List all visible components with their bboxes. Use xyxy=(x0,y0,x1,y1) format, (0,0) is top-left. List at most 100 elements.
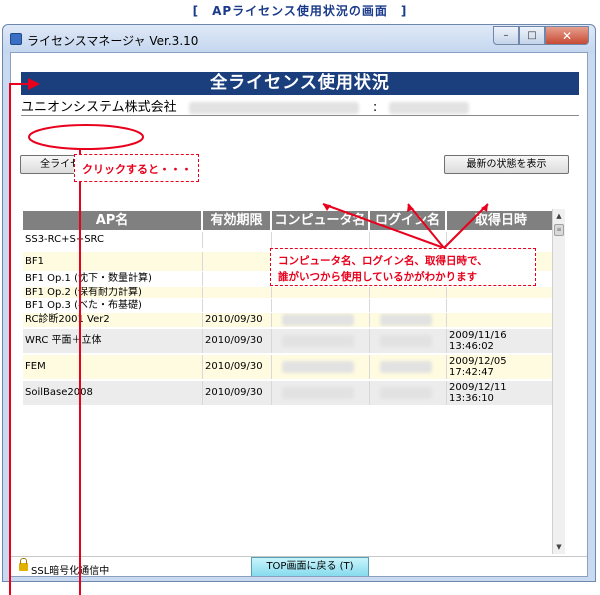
close-button[interactable]: ✕ xyxy=(545,26,589,45)
cell-text: BF1 Op.3 (べた・布基礎) xyxy=(25,300,142,311)
cell-text: 2010/09/30 xyxy=(205,314,263,325)
app-icon xyxy=(10,33,22,45)
column-header-computer[interactable]: コンピュータ名 xyxy=(272,211,370,230)
table-cell-computer xyxy=(272,287,370,298)
page-caption: [ APライセンス使用状況の画面 ] xyxy=(192,4,408,18)
table-cell-ap: FEM xyxy=(23,355,203,379)
table-cell-ap: BF1 Op.3 (べた・布基礎) xyxy=(23,299,203,312)
back-to-top-button[interactable]: TOP画面に戻る (T) xyxy=(251,557,369,576)
table-cell-login xyxy=(370,299,447,312)
cell-text: BF1 xyxy=(25,256,44,267)
table-cell-computer xyxy=(272,355,370,379)
cell-text: WRC 平面＋立体 xyxy=(25,335,102,346)
redacted-value xyxy=(380,387,432,399)
table-cell-date xyxy=(447,313,555,327)
redacted-value xyxy=(282,314,354,326)
cell-text: FEM xyxy=(25,361,46,372)
table-cell-login xyxy=(370,355,447,379)
table-cell-ap: BF1 Op.2 (保有耐力計算) xyxy=(23,287,203,298)
table-row[interactable]: WRC 平面＋立体 2010/09/30 2009/11/16 13:46:02 xyxy=(23,329,555,353)
acquired-date: 2009/12/11 xyxy=(449,382,507,393)
table-row[interactable]: SoilBase2008 2010/09/30 2009/12/11 13:36:10 xyxy=(23,381,555,405)
click-note-text: クリックすると・・・ xyxy=(82,163,192,176)
table-cell-ap: RC診断2001 Ver2 xyxy=(23,313,203,327)
table-cell-date: 2009/11/16 13:46:02 xyxy=(447,329,555,353)
redacted-value xyxy=(282,361,354,373)
scroll-up-icon[interactable]: ▲ xyxy=(553,209,565,223)
cell-text: SoilBase2008 xyxy=(25,387,93,398)
table-cell-ap: BF1 Op.1 (沈下・数量計算) xyxy=(23,272,203,286)
table-cell-expire: 2010/09/30 xyxy=(203,329,272,353)
cell-text: 2010/09/30 xyxy=(205,335,263,346)
table-cell-date xyxy=(447,299,555,312)
table-cell-login xyxy=(370,313,447,327)
table-cell-login xyxy=(370,287,447,298)
ssl-status: SSL暗号化通信中 xyxy=(31,566,110,577)
status-bar: SSL暗号化通信中 TOP画面に戻る (T) xyxy=(11,556,587,577)
redacted-value xyxy=(282,335,354,347)
license-manager-window: ライセンスマネージャ Ver.3.10 – □ ✕ 全ライセンス使用状況 ユニオ… xyxy=(2,24,596,582)
table-cell-expire: 2010/09/30 xyxy=(203,355,272,379)
table-cell-expire: 2010/09/30 xyxy=(203,313,272,327)
acquired-date: 2009/12/05 xyxy=(449,356,507,367)
table-cell-expire xyxy=(203,287,272,298)
window-controls: – □ ✕ xyxy=(493,26,589,45)
click-red-line xyxy=(79,150,81,595)
redacted-value xyxy=(380,335,432,347)
cell-text: 2010/09/30 xyxy=(205,361,263,372)
cell-text: 2010/09/30 xyxy=(205,387,263,398)
company-name: ユニオンシステム株式会社 xyxy=(21,100,177,115)
table-cell-computer xyxy=(272,313,370,327)
redacted-value xyxy=(380,314,432,326)
cell-text: SS3-RC+S+SRC xyxy=(25,234,104,245)
table-cell-ap: SoilBase2008 xyxy=(23,381,203,405)
callout-line-2: 誰がいつから使用しているかがわかります xyxy=(278,271,478,283)
acquired-time: 17:42:47 xyxy=(449,367,494,378)
scroll-thumb[interactable]: ≡ xyxy=(554,224,564,236)
refresh-status-button[interactable]: 最新の状態を表示 xyxy=(444,155,569,174)
table-cell-login xyxy=(370,232,447,248)
cell-text: BF1 Op.2 (保有耐力計算) xyxy=(25,287,142,298)
acquired-date: 2009/11/16 xyxy=(449,330,507,341)
table-cell-expire xyxy=(203,232,272,248)
header-divider xyxy=(21,115,579,116)
table-cell-login xyxy=(370,329,447,353)
table-row[interactable]: BF1 Op.3 (べた・布基礎) xyxy=(23,299,555,312)
table-row[interactable]: FEM 2010/09/30 2009/12/05 17:42:47 xyxy=(23,355,555,379)
title-bar[interactable]: ライセンスマネージャ Ver.3.10 – □ ✕ xyxy=(3,25,595,53)
maximize-button[interactable]: □ xyxy=(519,26,545,45)
vertical-scrollbar[interactable]: ▲ ≡ ▼ xyxy=(552,209,565,554)
table-row[interactable]: BF1 Op.2 (保有耐力計算) xyxy=(23,287,555,298)
redacted-user-id xyxy=(389,101,470,114)
column-header-login[interactable]: ログイン名 xyxy=(370,211,447,230)
cell-text: RC診断2001 Ver2 xyxy=(25,314,110,325)
table-cell-date xyxy=(447,287,555,298)
table-cell-ap: SS3-RC+S+SRC xyxy=(23,232,203,248)
table-cell-expire xyxy=(203,272,272,286)
callout-line-1: コンピュータ名、ログイン名、取得日時で、 xyxy=(278,255,488,267)
table-cell-computer xyxy=(272,329,370,353)
table-row[interactable]: RC診断2001 Ver2 2010/09/30 xyxy=(23,313,555,327)
lock-icon xyxy=(19,558,28,571)
acquired-time: 13:36:10 xyxy=(449,393,494,404)
column-header-expire[interactable]: 有効期限 xyxy=(203,211,272,230)
table-cell-computer xyxy=(272,299,370,312)
company-separator: : xyxy=(372,100,378,115)
column-header-date[interactable]: 取得日時 xyxy=(447,211,555,230)
table-cell-expire xyxy=(203,252,272,271)
left-red-arrow-stem xyxy=(9,83,31,85)
left-red-line xyxy=(9,83,11,595)
table-cell-ap: BF1 xyxy=(23,252,203,271)
table-cell-date xyxy=(447,232,555,248)
company-row: ユニオンシステム株式会社 : xyxy=(21,96,579,115)
redacted-value xyxy=(282,387,354,399)
table-row[interactable]: SS3-RC+S+SRC xyxy=(23,232,555,248)
scroll-down-icon[interactable]: ▼ xyxy=(553,540,565,554)
page-title: 全ライセンス使用状況 xyxy=(21,72,579,95)
table-cell-login xyxy=(370,381,447,405)
window-title: ライセンスマネージャ Ver.3.10 xyxy=(27,34,199,48)
column-header-ap[interactable]: AP名 xyxy=(23,211,203,230)
table-cell-expire xyxy=(203,299,272,312)
table-cell-computer xyxy=(272,381,370,405)
minimize-button[interactable]: – xyxy=(493,26,519,45)
